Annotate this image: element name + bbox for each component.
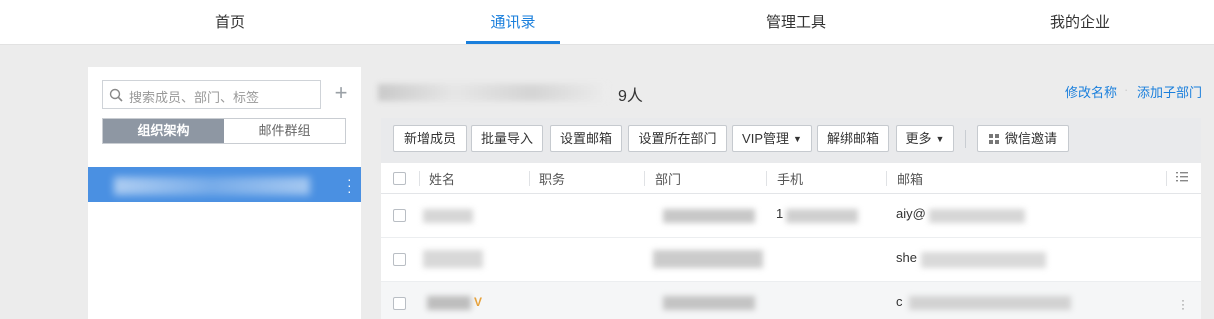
redacted-name	[423, 209, 473, 223]
table-header: 姓名 职务 部门 手机 邮箱	[381, 163, 1201, 194]
more-button[interactable]: 更多 ▼	[896, 125, 954, 152]
member-count: 9人	[618, 88, 643, 105]
vip-icon: V	[474, 295, 483, 309]
tab-home[interactable]: 首页	[183, 0, 277, 45]
search-input[interactable]: 搜索成员、部门、标签	[102, 80, 321, 109]
add-member-button[interactable]: 新增成员	[393, 125, 467, 152]
link-divider: ·	[1124, 82, 1129, 97]
row-checkbox[interactable]	[393, 297, 406, 310]
column-divider	[766, 171, 767, 186]
batch-import-button[interactable]: 批量导入	[471, 125, 543, 152]
toolbar: 新增成员 批量导入 设置邮箱 设置所在部门 VIP管理 ▼ 解绑邮箱 更多 ▼ 微信…	[381, 118, 1201, 163]
tab-management-tools[interactable]: 管理工具	[749, 0, 843, 45]
vip-management-button[interactable]: VIP管理 ▼	[732, 125, 812, 152]
unbind-mailbox-button[interactable]: 解绑邮箱	[817, 125, 889, 152]
email-cell: c	[896, 294, 903, 309]
redacted-name	[427, 296, 471, 310]
redacted-mobile	[786, 209, 858, 223]
view-switch: 组织架构 邮件群组	[102, 118, 346, 144]
more-label: 更多	[905, 131, 932, 146]
row-checkbox[interactable]	[393, 209, 406, 222]
column-settings-icon[interactable]	[1176, 172, 1188, 182]
column-divider	[644, 171, 645, 186]
table-row[interactable]: 1 aiy@	[381, 194, 1201, 238]
redacted-department	[663, 296, 755, 310]
column-title[interactable]: 职务	[539, 169, 565, 188]
redacted-email	[909, 296, 1071, 310]
search-placeholder: 搜索成员、部门、标签	[129, 90, 260, 105]
redacted-email	[921, 252, 1046, 268]
plus-icon[interactable]: +	[331, 81, 351, 105]
column-mobile[interactable]: 手机	[777, 169, 803, 188]
column-email[interactable]: 邮箱	[897, 169, 923, 188]
redacted-department	[653, 250, 763, 268]
wechat-invite-button[interactable]: 微信邀请	[977, 125, 1069, 152]
email-cell: she	[896, 250, 917, 265]
set-mailbox-button[interactable]: 设置邮箱	[550, 125, 622, 152]
redacted-department-name	[114, 177, 310, 195]
row-checkbox[interactable]	[393, 253, 406, 266]
set-department-button[interactable]: 设置所在部门	[628, 125, 727, 152]
mobile-cell: 1	[776, 206, 784, 221]
caret-down-icon: ▼	[793, 134, 802, 144]
redacted-email	[929, 209, 1025, 223]
table-row[interactable]: she	[381, 238, 1201, 282]
table-row[interactable]: V c · · ·	[381, 282, 1201, 319]
segment-org-structure[interactable]: 组织架构	[103, 119, 224, 143]
sidebar: 搜索成员、部门、标签 + 组织架构 邮件群组 · · ·	[88, 67, 361, 319]
redacted-department	[663, 209, 755, 223]
tab-contacts[interactable]: 通讯录	[466, 0, 560, 45]
segment-mail-groups[interactable]: 邮件群组	[224, 119, 345, 143]
search-icon	[109, 88, 123, 102]
column-divider	[886, 171, 887, 186]
caret-down-icon: ▼	[935, 134, 945, 144]
rename-link[interactable]: 修改名称	[1065, 82, 1117, 101]
toolbar-divider	[965, 130, 966, 148]
tab-my-enterprise[interactable]: 我的企业	[1033, 0, 1127, 45]
redacted-name	[423, 250, 483, 268]
select-all-checkbox[interactable]	[393, 172, 406, 185]
active-tab-underline	[466, 41, 560, 44]
column-divider	[419, 171, 420, 186]
column-department[interactable]: 部门	[655, 169, 681, 188]
wechat-invite-label: 微信邀请	[1004, 131, 1057, 146]
row-more-icon[interactable]: · · ·	[1181, 294, 1185, 314]
top-nav: 首页 通讯录 管理工具 我的企业	[0, 0, 1214, 45]
member-table: 姓名 职务 部门 手机 邮箱 1 aiy@ she V c · · ·	[381, 163, 1201, 319]
column-divider	[529, 171, 530, 186]
qr-code-icon	[988, 134, 999, 144]
column-divider	[1166, 171, 1167, 186]
department-tree-item-selected[interactable]: · · ·	[88, 167, 361, 202]
add-subdepartment-link[interactable]: 添加子部门	[1137, 82, 1202, 101]
more-vertical-icon[interactable]: · · ·	[347, 172, 352, 198]
redacted-department-title	[378, 84, 608, 101]
vip-management-label: VIP管理	[742, 131, 790, 146]
column-name[interactable]: 姓名	[429, 169, 455, 188]
email-cell: aiy@	[896, 206, 926, 221]
